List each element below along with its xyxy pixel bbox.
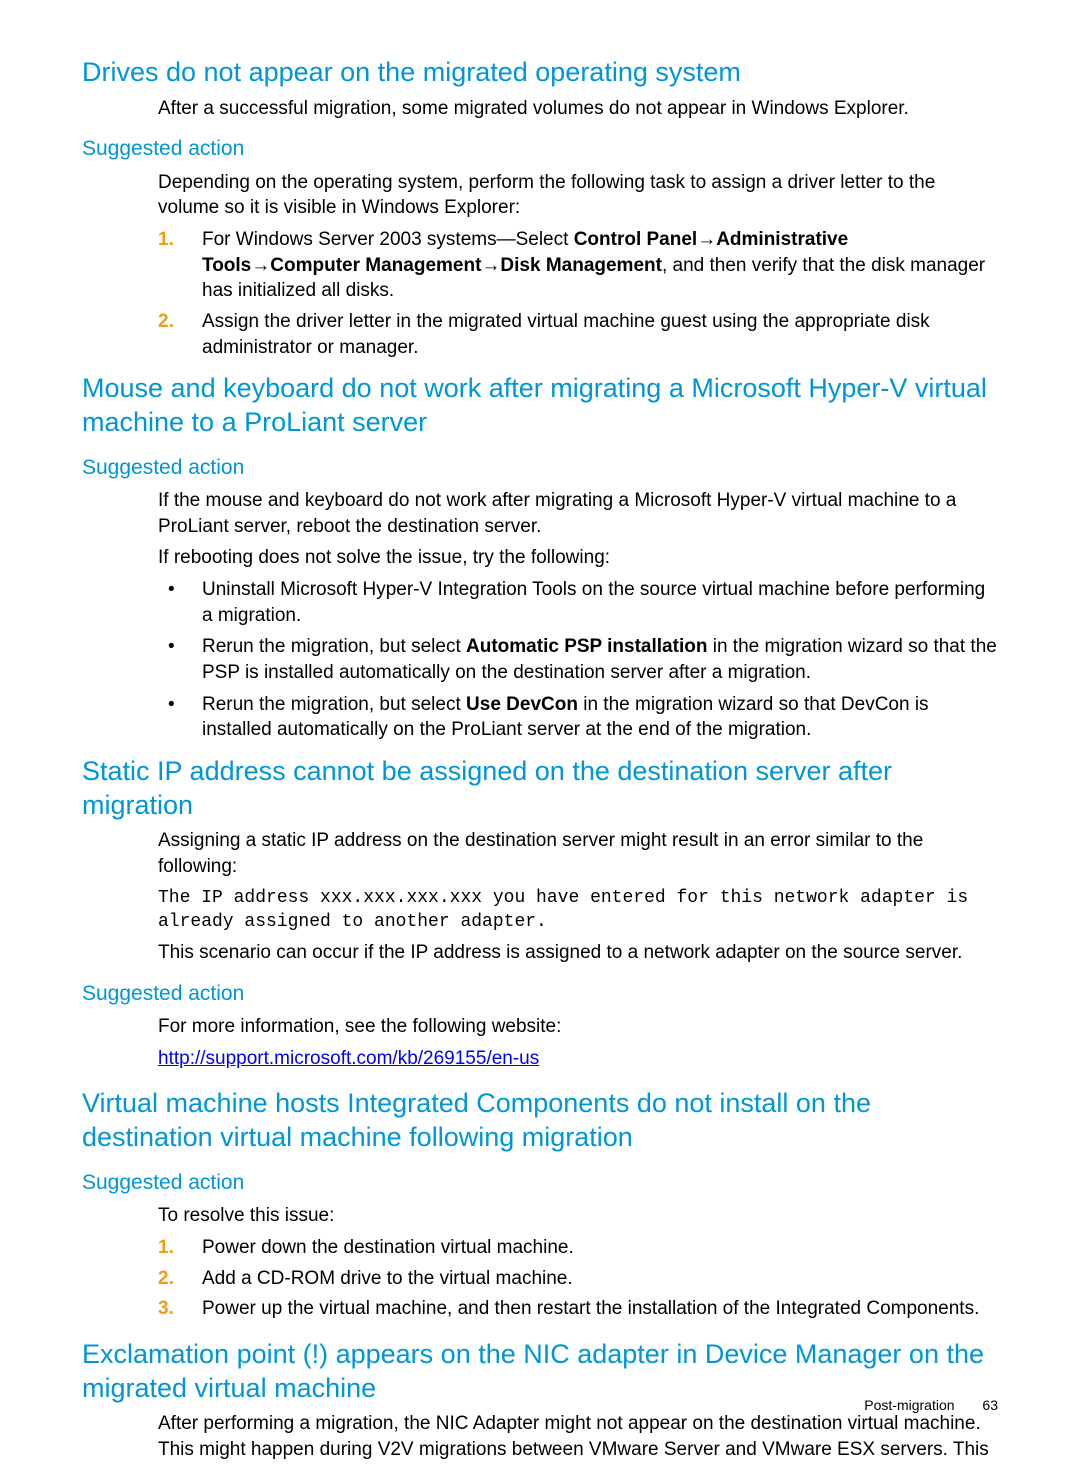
list-marker: 1. (158, 227, 174, 253)
list-marker: 2. (158, 1266, 174, 1292)
paragraph: After performing a migration, the NIC Ad… (158, 1411, 998, 1462)
heading-drives-not-appear: Drives do not appear on the migrated ope… (82, 56, 998, 90)
paragraph: If rebooting does not solve the issue, t… (158, 545, 998, 571)
paragraph: After a successful migration, some migra… (158, 96, 998, 122)
heading-integrated-components: Virtual machine hosts Integrated Compone… (82, 1087, 998, 1155)
list-item: Rerun the migration, but select Use DevC… (158, 692, 998, 743)
page: Drives do not appear on the migrated ope… (0, 0, 1080, 1463)
paragraph: http://support.microsoft.com/kb/269155/e… (158, 1046, 998, 1072)
paragraph: To resolve this issue: (158, 1203, 998, 1229)
list-marker: 2. (158, 309, 174, 335)
paragraph: This scenario can occur if the IP addres… (158, 940, 998, 966)
text-bold: Use DevCon (466, 694, 578, 715)
text: Assign the driver letter in the migrated… (202, 311, 930, 358)
text: Rerun the migration, but select (202, 636, 466, 657)
section-body: Assigning a static IP address on the des… (158, 828, 998, 966)
list-item: 1. For Windows Server 2003 systems—Selec… (158, 227, 998, 304)
text: Power down the destination virtual machi… (202, 1237, 574, 1258)
list-item: Uninstall Microsoft Hyper-V Integration … (158, 577, 998, 628)
page-number: 63 (982, 1397, 998, 1413)
text-bold: Automatic PSP installation (466, 636, 707, 657)
section-body: To resolve this issue: 1. Power down the … (158, 1203, 998, 1322)
heading-static-ip: Static IP address cannot be assigned on … (82, 755, 998, 823)
paragraph: If the mouse and keyboard do not work af… (158, 488, 998, 539)
footer-section: Post-migration (864, 1397, 954, 1413)
code-block: The IP address xxx.xxx.xxx.xxx you have … (158, 886, 998, 935)
text: Rerun the migration, but select (202, 694, 466, 715)
list-item: Rerun the migration, but select Automati… (158, 634, 998, 685)
heading-suggested-action: Suggested action (82, 1169, 998, 1197)
heading-nic-exclamation: Exclamation point (!) appears on the NIC… (82, 1338, 998, 1406)
text-bold: Control Panel (574, 229, 698, 250)
paragraph: For more information, see the following … (158, 1014, 998, 1040)
unordered-list: Uninstall Microsoft Hyper-V Integration … (158, 577, 998, 743)
list-marker: 1. (158, 1235, 174, 1261)
ordered-list: 1. Power down the destination virtual mac… (158, 1235, 998, 1322)
heading-mouse-keyboard: Mouse and keyboard do not work after mig… (82, 372, 998, 440)
section-body: If the mouse and keyboard do not work af… (158, 488, 998, 743)
list-item: 2. Add a CD-ROM drive to the virtual mach… (158, 1266, 998, 1292)
section-body: Depending on the operating system, perfo… (158, 170, 998, 360)
heading-suggested-action: Suggested action (82, 135, 998, 163)
section-body: After a successful migration, some migra… (158, 96, 998, 122)
paragraph: Assigning a static IP address on the des… (158, 828, 998, 879)
list-item: 2. Assign the driver letter in the migra… (158, 309, 998, 360)
link-ms-kb[interactable]: http://support.microsoft.com/kb/269155/e… (158, 1048, 539, 1069)
ordered-list: 1. For Windows Server 2003 systems—Selec… (158, 227, 998, 360)
paragraph: Depending on the operating system, perfo… (158, 170, 998, 221)
text-bold: Disk Management (500, 255, 662, 276)
text-bold: Computer Management (270, 255, 481, 276)
heading-suggested-action: Suggested action (82, 980, 998, 1008)
text: Add a CD-ROM drive to the virtual machin… (202, 1268, 573, 1289)
page-footer: Post-migration 63 (864, 1396, 998, 1415)
section-body: After performing a migration, the NIC Ad… (158, 1411, 998, 1462)
text: For Windows Server 2003 systems—Select (202, 229, 574, 250)
section-body: For more information, see the following … (158, 1014, 998, 1071)
list-marker: 3. (158, 1296, 174, 1322)
heading-suggested-action: Suggested action (82, 454, 998, 482)
text: Uninstall Microsoft Hyper-V Integration … (202, 579, 985, 626)
text: Power up the virtual machine, and then r… (202, 1298, 979, 1319)
list-item: 1. Power down the destination virtual mac… (158, 1235, 998, 1261)
list-item: 3. Power up the virtual machine, and then… (158, 1296, 998, 1322)
